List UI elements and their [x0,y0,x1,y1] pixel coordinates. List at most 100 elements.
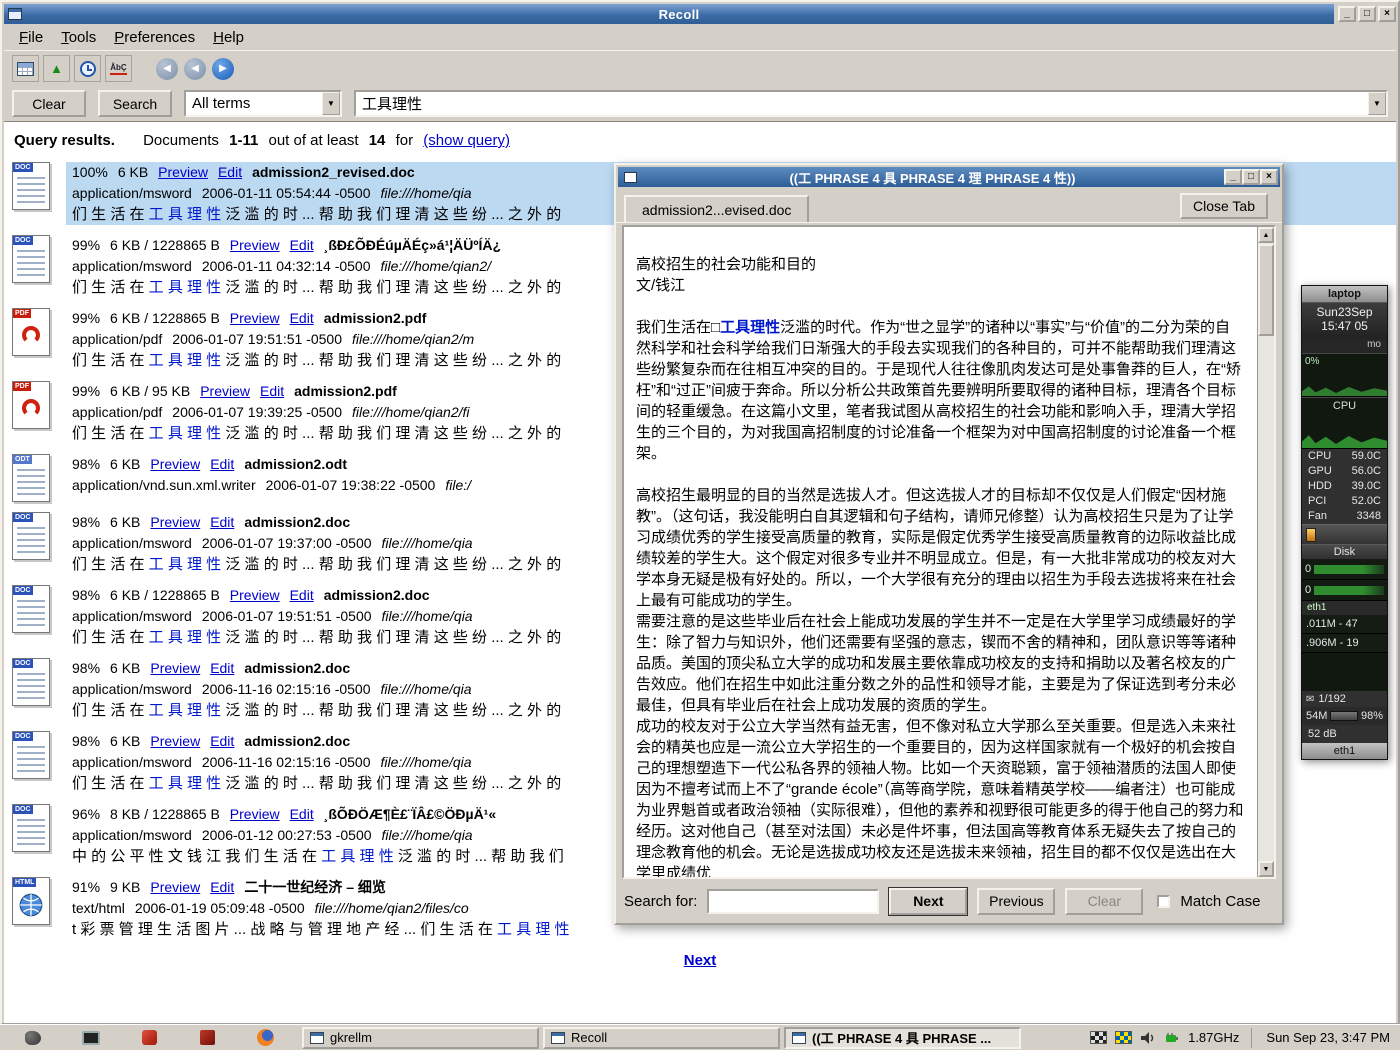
gkrellm-eth1-label[interactable]: eth1 [1302,601,1387,615]
maximize-icon[interactable]: □ [1242,169,1260,185]
maximize-icon[interactable]: □ [1358,6,1376,22]
odt-file-icon[interactable]: ODT [12,454,50,502]
gkrellm-window[interactable]: laptop Sun23Sep 15:47 05 mo 0% CPU CPU59… [1301,285,1388,760]
edit-link[interactable]: Edit [210,733,234,749]
search-button[interactable]: Search [98,90,172,117]
close-tab-button[interactable]: Close Tab [1180,193,1268,219]
keyboard-layout-icon-2[interactable] [1115,1031,1132,1044]
taskbar-button[interactable]: ((工 PHRASE 4 具 PHRASE ... [784,1027,1021,1049]
first-page-icon[interactable]: ◀ [156,58,178,80]
menu-tools[interactable]: Tools [52,26,105,49]
preview-link[interactable]: Preview [230,310,280,326]
preview-link[interactable]: Preview [150,514,200,530]
doc-file-icon[interactable]: DOC [12,804,50,852]
sort-icon[interactable]: ▲ [43,55,70,82]
find-next-button[interactable]: Next [889,888,967,915]
match-case-checkbox[interactable] [1157,895,1170,908]
gkrellm-disk-meters: 00 [1302,559,1387,601]
preview-link[interactable]: Preview [230,587,280,603]
edit-link[interactable]: Edit [290,310,314,326]
doc-file-icon[interactable]: DOC [12,585,50,633]
close-icon[interactable]: × [1260,169,1278,185]
preview-link[interactable]: Preview [150,879,200,895]
terminal-launcher-icon[interactable] [78,1027,104,1049]
menu-file[interactable]: File [10,26,52,49]
menu-preferences[interactable]: Preferences [105,26,204,49]
html-file-icon[interactable]: HTML [12,877,50,925]
results-table-icon[interactable] [12,55,39,82]
preview-scrollbar[interactable]: ▲ ▼ [1257,227,1274,877]
editor-launcher-icon[interactable] [194,1027,220,1049]
close-icon[interactable]: × [1378,6,1396,22]
gkrellm-mail[interactable]: ✉ 1/192 [1302,691,1387,707]
applications-menu-icon[interactable] [20,1027,46,1049]
find-previous-button[interactable]: Previous [977,888,1055,915]
preview-tab[interactable]: admission2...evised.doc [624,195,809,222]
window-icon[interactable] [8,8,22,20]
next-page-icon[interactable]: ▶ [212,58,234,80]
doc-file-icon[interactable]: DOC [12,731,50,779]
gkrellm-cpu-chart[interactable]: CPU [1302,397,1387,449]
preview-search-input[interactable] [707,889,879,914]
main-titlebar-area[interactable]: Recoll [4,4,1334,24]
doc-file-icon[interactable]: DOC [12,235,50,283]
pdf-file-icon[interactable]: PDF [12,381,50,429]
clear-button[interactable]: Clear [12,90,86,117]
edit-link[interactable]: Edit [210,660,234,676]
gkrellm-load-chart[interactable]: 0% [1302,353,1387,397]
query-input[interactable]: 工具理性 ▼ [354,90,1388,117]
term-explorer-icon[interactable]: ÂbÇ [105,55,132,82]
package-launcher-icon[interactable] [136,1027,162,1049]
preview-titlebar[interactable]: ((工 PHRASE 4 具 PHRASE 4 理 PHRASE 4 性)) _… [618,167,1280,187]
edit-link[interactable]: Edit [210,456,234,472]
query-history-icon[interactable]: ▼ [1368,92,1386,115]
prev-page-icon[interactable]: ◀ [184,58,206,80]
gkrellm-clock[interactable]: Sun23Sep 15:47 05 [1302,303,1387,339]
search-mode-combo[interactable]: All terms ▼ [184,90,342,117]
show-query-link[interactable]: (show query) [423,132,510,149]
query-text[interactable]: 工具理性 [356,92,1368,115]
edit-link[interactable]: Edit [290,237,314,253]
edit-link[interactable]: Edit [290,806,314,822]
scroll-up-icon[interactable]: ▲ [1258,227,1274,243]
minimize-icon[interactable]: _ [1224,169,1242,185]
window-icon[interactable] [624,172,637,183]
preview-link[interactable]: Preview [150,660,200,676]
find-clear-button[interactable]: Clear [1065,888,1143,915]
doc-file-icon[interactable]: DOC [12,512,50,560]
scroll-down-icon[interactable]: ▼ [1258,861,1274,877]
firefox-launcher-icon[interactable] [252,1027,278,1049]
edit-link[interactable]: Edit [290,587,314,603]
preview-link[interactable]: Preview [200,383,250,399]
pdf-file-icon[interactable]: PDF [12,308,50,356]
gkrellm-footer[interactable]: eth1 [1302,743,1387,759]
menu-help[interactable]: Help [204,26,253,49]
preview-link[interactable]: Preview [150,456,200,472]
edit-link[interactable]: Edit [260,383,284,399]
next-page-link[interactable]: Next [684,952,717,969]
scrollbar-thumb[interactable] [1258,244,1274,336]
edit-link[interactable]: Edit [210,879,234,895]
preview-link[interactable]: Preview [230,237,280,253]
preview-link[interactable]: Preview [230,806,280,822]
gkrellm-hostname[interactable]: laptop [1302,286,1387,303]
preview-link[interactable]: Preview [150,733,200,749]
minimize-icon[interactable]: _ [1338,6,1356,22]
doc-file-icon[interactable]: DOC [12,658,50,706]
gkrellm-disk-label[interactable]: Disk [1302,544,1387,559]
history-icon[interactable] [74,55,101,82]
taskbar-clock[interactable]: Sun Sep 23, 3:47 PM [1251,1028,1390,1048]
taskbar-button[interactable]: Recoll [543,1027,780,1049]
main-titlebar[interactable]: Recoll _ □ × [4,4,1396,24]
edit-link[interactable]: Edit [210,514,234,530]
doc-file-icon[interactable]: DOC [12,162,50,210]
chevron-down-icon[interactable]: ▼ [322,92,340,115]
edit-link[interactable]: Edit [218,164,242,180]
power-plug-icon[interactable] [1164,1031,1180,1045]
gkrellm-sensors: CPU59.0CGPU56.0CHDD39.0CPCI52.0CFan3348 [1302,449,1387,524]
preview-link[interactable]: Preview [158,164,208,180]
taskbar-button[interactable]: gkrellm [302,1027,539,1049]
preview-text[interactable]: 高校招生的社会功能和目的文/钱江 我们生活在□工具理性泛滥的时代。作为“世之显学… [624,227,1257,877]
keyboard-layout-icon[interactable] [1090,1031,1107,1044]
volume-icon[interactable] [1140,1031,1156,1045]
